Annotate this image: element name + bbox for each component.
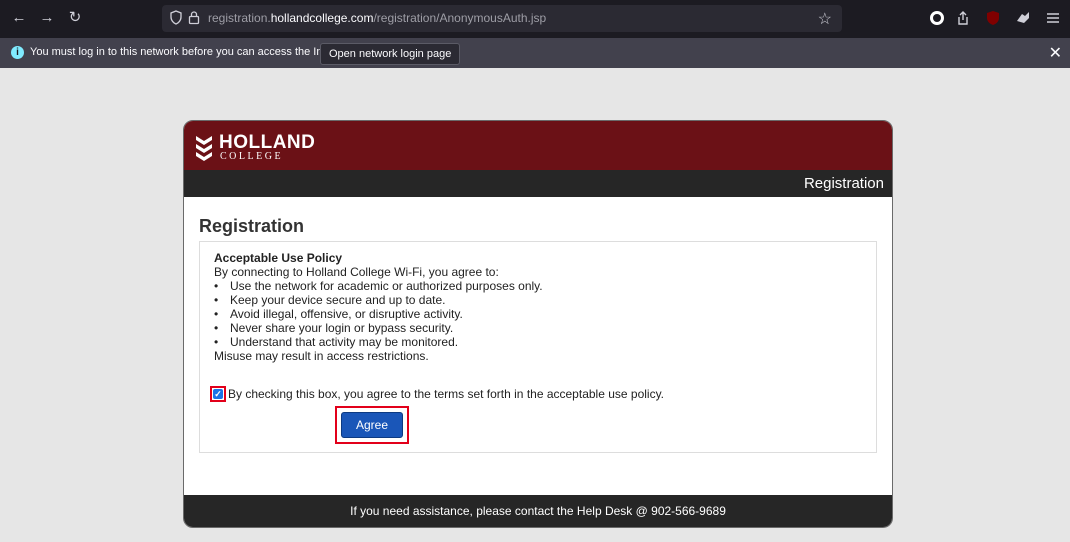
share-icon[interactable] — [954, 9, 972, 27]
list-item-text: Never share your login or bypass securit… — [230, 321, 454, 335]
forward-icon[interactable]: → — [36, 7, 58, 29]
captive-portal-notification: i You must log in to this network before… — [0, 38, 1070, 68]
terms-checkbox-label[interactable]: By checking this box, you agree to the t… — [228, 387, 664, 401]
card-footer: If you need assistance, please contact t… — [184, 495, 892, 527]
header-registration-title: Registration — [803, 175, 884, 192]
policy-intro: By connecting to Holland College Wi-Fi, … — [214, 265, 499, 279]
policy-list: • Use the network for academic or authori… — [214, 279, 543, 349]
shield-icon[interactable] — [170, 10, 182, 25]
url-prefix: registration. — [208, 11, 271, 25]
list-item: • Never share your login or bypass securi… — [214, 321, 454, 335]
logo-chevron-icon — [196, 136, 212, 161]
agree-button[interactable]: Agree — [341, 412, 403, 438]
list-item-text: Understand that activity may be monitore… — [230, 335, 459, 349]
browser-toolbar: ← → ↻ registration.hollandcollege.com/re… — [0, 0, 1070, 38]
url-domain: hollandcollege.com — [270, 11, 374, 25]
list-item: • Keep your device secure and up to date. — [214, 293, 446, 307]
lock-icon[interactable] — [188, 10, 200, 25]
url-path: /registration/AnonymousAuth.jsp — [373, 11, 547, 25]
reload-icon[interactable]: ↻ — [64, 7, 86, 29]
card-subbar: Registration — [184, 170, 892, 197]
registration-card: HOLLAND COLLEGE Registration Registratio… — [183, 120, 893, 528]
ublock-icon[interactable] — [984, 9, 1002, 27]
list-item: • Avoid illegal, offensive, or disruptive… — [214, 307, 463, 321]
open-network-login-button[interactable]: Open network login page — [320, 43, 461, 65]
back-icon[interactable]: ← — [8, 7, 30, 29]
list-item-text: Avoid illegal, offensive, or disruptive … — [230, 307, 463, 321]
agree-button-highlight: Agree — [335, 406, 409, 444]
page-title: Registration — [199, 216, 305, 236]
list-item: • Use the network for academic or authori… — [214, 279, 543, 293]
list-item: • Understand that activity may be monitor… — [214, 335, 459, 349]
close-icon[interactable]: ✕ — [1049, 43, 1062, 63]
star-icon[interactable]: ☆ — [818, 9, 832, 29]
address-bar[interactable]: registration.hollandcollege.com/registra… — [162, 5, 842, 32]
menu-icon[interactable] — [1044, 9, 1062, 27]
extension-icon[interactable] — [928, 9, 946, 27]
help-desk-text: If you need assistance, please contact t… — [350, 504, 726, 518]
brand-college: COLLEGE — [220, 151, 284, 162]
holland-college-logo: HOLLAND COLLEGE — [194, 131, 324, 163]
card-header: HOLLAND COLLEGE — [184, 121, 892, 170]
policy-heading: Acceptable Use Policy — [214, 251, 343, 265]
list-item-text: Keep your device secure and up to date. — [230, 293, 446, 307]
puzzle-icon[interactable] — [1014, 9, 1032, 27]
list-item-text: Use the network for academic or authoriz… — [230, 279, 543, 293]
policy-outro: Misuse may result in access restrictions… — [214, 349, 429, 363]
terms-checkbox-row: ✓ By checking this box, you agree to the… — [210, 386, 810, 406]
terms-checkbox[interactable]: ✓ — [210, 386, 226, 402]
check-icon: ✓ — [213, 389, 223, 399]
info-icon: i — [11, 46, 24, 59]
acceptable-use-policy-box: Acceptable Use Policy By connecting to H… — [199, 241, 877, 453]
url-text[interactable]: registration.hollandcollege.com/registra… — [208, 11, 546, 25]
notification-message: You must log in to this network before y… — [30, 46, 354, 58]
